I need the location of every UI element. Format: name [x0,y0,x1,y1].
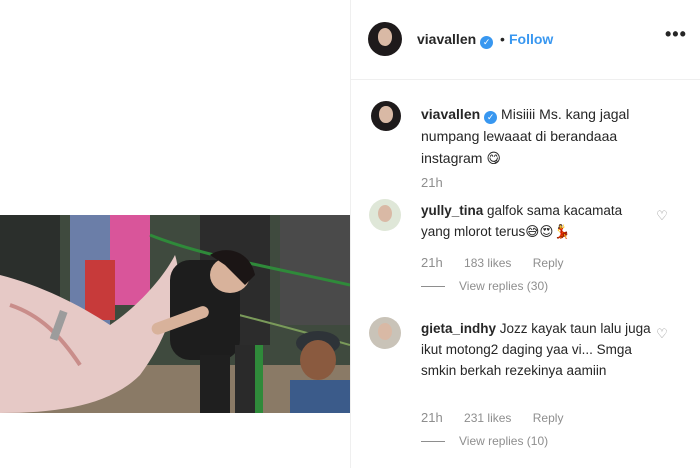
comment-2-meta: 21h 231 likes Reply [421,410,581,425]
author-username[interactable]: viavallen ✓ [417,31,494,49]
comment-timestamp[interactable]: 21h [421,255,443,270]
view-replies-link[interactable]: View replies (10) [421,434,548,448]
comment-likes-count[interactable]: 183 likes [464,256,511,270]
view-replies-text[interactable]: View replies (30) [459,279,548,293]
commenter-avatar[interactable] [369,199,401,231]
header-separator: • [500,31,505,47]
comment-2: gieta_indhy Jozz kayak taun lalu juga ik… [421,318,651,381]
post-header: viavallen ✓ • Follow ••• [351,0,700,80]
more-options-icon[interactable]: ••• [665,24,687,45]
caption-username[interactable]: viavallen [421,106,480,122]
comment-username[interactable]: gieta_indhy [421,321,496,336]
caption-timestamp[interactable]: 21h [421,175,443,190]
verified-badge-icon: ✓ [484,111,498,124]
comment-1-meta: 21h 183 likes Reply [421,255,581,270]
like-heart-icon[interactable]: ♡ [655,209,669,223]
post-photo-illustration [0,215,350,413]
view-replies-link[interactable]: View replies (30) [421,279,548,293]
follow-button[interactable]: Follow [509,31,553,47]
comment-1: yully_tina galfok sama kacamata yang mlo… [421,200,651,242]
comment-username[interactable]: yully_tina [421,203,483,218]
like-heart-icon[interactable]: ♡ [655,327,669,341]
author-username-text[interactable]: viavallen [417,31,476,47]
caption-author-avatar[interactable] [371,101,401,131]
comment-timestamp[interactable]: 21h [421,410,443,425]
caption: viavallen ✓ Misiiii Ms. kang jagal numpan… [421,103,661,169]
post-details-panel: viavallen ✓ • Follow ••• viavallen ✓ Misii… [350,0,700,468]
post-photo[interactable] [0,215,350,413]
reply-button[interactable]: Reply [533,411,564,425]
view-replies-divider [421,286,445,288]
comment-likes-count[interactable]: 231 likes [464,411,511,425]
view-replies-text[interactable]: View replies (10) [459,434,548,448]
commenter-avatar[interactable] [369,317,401,349]
reply-button[interactable]: Reply [533,256,564,270]
verified-badge-icon: ✓ [480,36,494,49]
post-media-area [0,0,350,468]
view-replies-divider [421,441,445,443]
author-avatar[interactable] [368,22,402,56]
